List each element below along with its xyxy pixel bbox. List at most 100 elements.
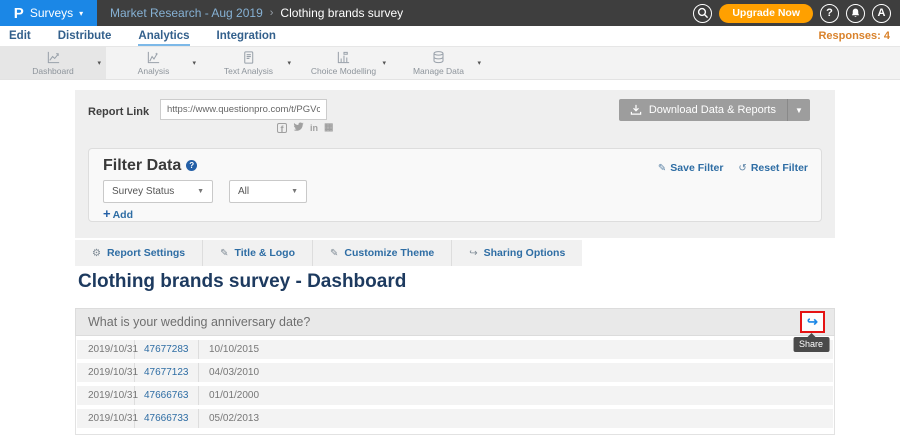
avatar[interactable]: A: [872, 4, 891, 23]
share-button[interactable]: ↪: [800, 311, 825, 333]
tab-report-settings[interactable]: ⚙ Report Settings: [75, 240, 203, 266]
help-button[interactable]: ?: [820, 4, 839, 23]
twitter-icon[interactable]: [293, 122, 304, 134]
table-row: 2019/10/31 47666733 05/02/2013: [77, 409, 833, 428]
chevron-down-icon[interactable]: ▾: [97, 59, 101, 67]
edit-icon: ✎: [220, 248, 228, 259]
download-icon: [630, 104, 642, 116]
breadcrumb: Market Research - Aug 2019 › Clothing br…: [110, 6, 403, 20]
reset-filter-button[interactable]: ↺ Reset Filter: [738, 162, 808, 174]
chevron-down-icon[interactable]: ▾: [287, 59, 291, 67]
nav-item-analytics[interactable]: Analytics: [138, 26, 189, 46]
filter-type-value: Survey Status: [112, 186, 174, 197]
nav-item-distribute[interactable]: Distribute: [58, 26, 112, 46]
tab-title-logo[interactable]: ✎ Title & Logo: [203, 240, 313, 266]
tab-customize-theme[interactable]: ✎ Customize Theme: [313, 240, 452, 266]
share-annotation-box: ↪ Share: [800, 311, 825, 333]
questionpro-dashboard-screen: P Surveys ▾ Market Research - Aug 2019 ›…: [0, 0, 900, 431]
report-link-input[interactable]: [160, 99, 327, 120]
chevron-down-icon[interactable]: ▾: [382, 59, 386, 67]
plus-icon: +: [103, 206, 111, 221]
download-dropdown-caret[interactable]: ▼: [787, 99, 810, 121]
filter-value-dropdown[interactable]: All ▼: [229, 180, 307, 203]
edit-icon: ✎: [658, 163, 666, 174]
share-icon: ↪: [469, 248, 477, 259]
search-button[interactable]: [693, 4, 712, 23]
chevron-down-icon: ▼: [291, 188, 298, 195]
chevron-down-icon: ▾: [79, 9, 83, 18]
filter-data-title: Filter Data?: [103, 157, 197, 175]
share-icon: ↪: [807, 314, 818, 330]
response-id-link[interactable]: 47677123: [135, 363, 199, 382]
download-data-reports-button[interactable]: Download Data & Reports ▼: [619, 99, 810, 121]
table-row: 2019/10/31 47677123 04/03/2010: [77, 363, 833, 382]
responses-count[interactable]: Responses: 4: [818, 26, 890, 46]
add-filter-button[interactable]: +Add: [103, 206, 133, 221]
report-settings-tabs: ⚙ Report Settings ✎ Title & Logo ✎ Custo…: [75, 240, 582, 266]
tab-sharing-options[interactable]: ↪ Sharing Options: [452, 240, 582, 266]
embed-icon[interactable]: ▦: [324, 123, 333, 133]
gears-icon: ⚙: [92, 248, 101, 259]
questionpro-logo-icon: P: [14, 5, 24, 22]
search-icon: [697, 7, 709, 19]
notifications-button[interactable]: [846, 4, 865, 23]
chevron-down-icon[interactable]: ▾: [477, 59, 481, 67]
nav-item-edit[interactable]: Edit: [9, 26, 31, 46]
toolbar-item-text-analysis[interactable]: Text Analysis ▾: [201, 47, 296, 79]
response-answer: 01/01/2000: [199, 386, 259, 405]
response-date: 2019/10/31: [77, 363, 135, 382]
share-tooltip: Share: [793, 337, 829, 352]
response-date: 2019/10/31: [77, 386, 135, 405]
toolbar-item-analysis[interactable]: Analysis ▾: [106, 47, 201, 79]
filter-actions: ✎ Save Filter ↺ Reset Filter: [658, 162, 808, 174]
text-document-icon: [241, 50, 256, 65]
table-row: 2019/10/31 47677283 10/10/2015: [77, 340, 833, 359]
chevron-down-icon[interactable]: ▾: [192, 59, 196, 67]
survey-nav: Edit Distribute Analytics Integration Re…: [0, 26, 900, 47]
bell-icon: [850, 7, 861, 19]
report-link-label: Report Link: [88, 106, 149, 118]
database-icon: [431, 50, 446, 65]
upgrade-now-button[interactable]: Upgrade Now: [719, 4, 813, 23]
toolbar-item-choice-modelling[interactable]: Choice Modelling ▾: [296, 47, 391, 79]
toolbar-item-dashboard[interactable]: Dashboard ▾: [0, 47, 106, 79]
chevron-down-icon: ▼: [197, 188, 204, 195]
analysis-chart-icon: [146, 50, 161, 65]
response-answer: 04/03/2010: [199, 363, 259, 382]
surveys-menu[interactable]: P Surveys ▾: [0, 0, 97, 26]
edit-icon: ✎: [330, 248, 338, 259]
save-filter-button[interactable]: ✎ Save Filter: [658, 162, 724, 174]
breadcrumb-separator: ›: [270, 7, 274, 19]
response-answer: 10/10/2015: [199, 340, 259, 359]
response-date: 2019/10/31: [77, 409, 135, 428]
toolbar-item-manage-data[interactable]: Manage Data ▾: [391, 47, 486, 79]
line-chart-icon: [46, 50, 61, 65]
reset-icon: ↺: [738, 163, 746, 174]
analytics-toolbar: Dashboard ▾ Analysis ▾: [0, 47, 900, 80]
linkedin-icon[interactable]: in: [310, 123, 318, 133]
topbar-actions: Upgrade Now ? A: [693, 4, 891, 23]
question-panel: What is your wedding anniversary date? ↪…: [75, 308, 835, 435]
choice-chart-icon: [336, 50, 351, 65]
download-button-label: Download Data & Reports: [649, 104, 776, 116]
question-title: What is your wedding anniversary date?: [88, 315, 310, 329]
response-id-link[interactable]: 47666733: [135, 409, 199, 428]
response-answer: 05/02/2013: [199, 409, 259, 428]
page-title: Clothing brands survey - Dashboard: [78, 271, 406, 293]
response-id-link[interactable]: 47677283: [135, 340, 199, 359]
help-icon[interactable]: ?: [186, 160, 197, 171]
responses-table: 2019/10/31 47677283 10/10/2015 2019/10/3…: [75, 336, 835, 435]
table-row: 2019/10/31 47666763 01/01/2000: [77, 386, 833, 405]
facebook-icon[interactable]: f: [277, 123, 287, 133]
response-id-link[interactable]: 47666763: [135, 386, 199, 405]
social-share-row: f in ▦: [277, 122, 333, 134]
report-card: Report Link f in ▦ Download Data & Repor…: [75, 90, 835, 238]
nav-item-integration[interactable]: Integration: [217, 26, 276, 46]
filter-data-panel: Filter Data? ✎ Save Filter ↺ Reset Filte…: [88, 148, 822, 222]
question-header: What is your wedding anniversary date? ↪…: [75, 308, 835, 336]
breadcrumb-folder[interactable]: Market Research - Aug 2019: [110, 6, 263, 20]
breadcrumb-survey-name: Clothing brands survey: [280, 6, 403, 20]
top-bar: P Surveys ▾ Market Research - Aug 2019 ›…: [0, 0, 900, 26]
filter-type-dropdown[interactable]: Survey Status ▼: [103, 180, 213, 203]
filter-value-value: All: [238, 186, 249, 197]
